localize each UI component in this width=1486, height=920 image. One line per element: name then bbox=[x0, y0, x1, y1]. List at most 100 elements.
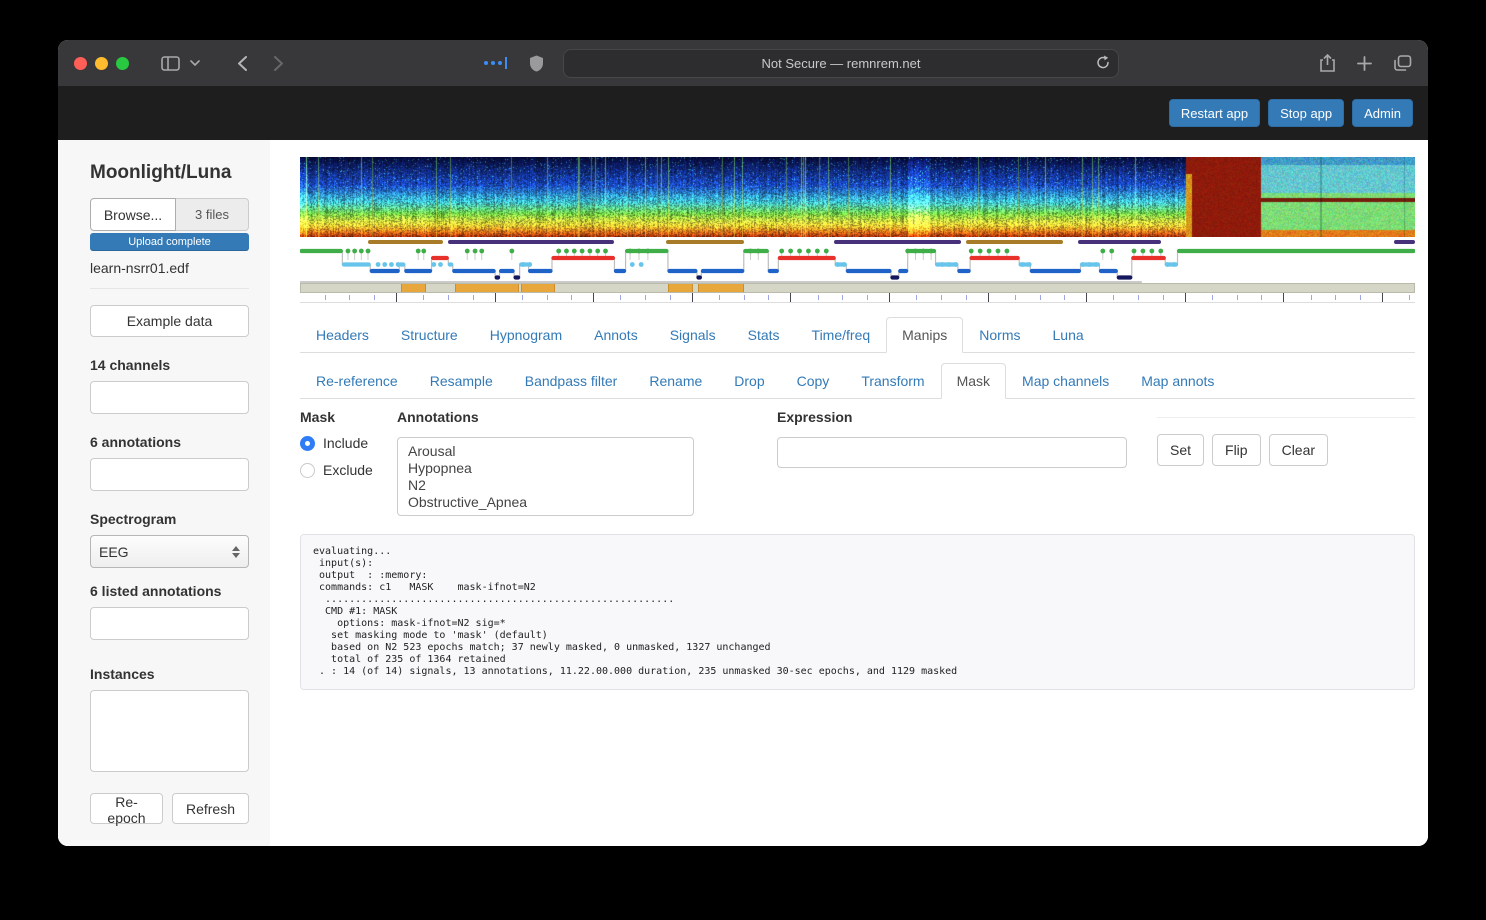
upload-progress-bar: Upload complete bbox=[90, 233, 249, 251]
set-button[interactable]: Set bbox=[1157, 434, 1205, 466]
re-epoch-button[interactable]: Re-epoch bbox=[90, 793, 163, 826]
spectrogram-select-value: EEG bbox=[99, 543, 129, 560]
subtab-map-annots[interactable]: Map annots bbox=[1125, 363, 1230, 399]
subtab-transform[interactable]: Transform bbox=[845, 363, 940, 399]
ruler-minor-tick bbox=[817, 295, 819, 300]
browse-button[interactable]: Browse... bbox=[90, 198, 176, 231]
tab-manips[interactable]: Manips bbox=[886, 317, 964, 353]
ruler-major-tick bbox=[1184, 293, 1186, 302]
ruler-minor-tick bbox=[743, 295, 745, 300]
exclude-radio[interactable]: Exclude bbox=[300, 462, 397, 478]
masked-epochs-segment[interactable] bbox=[668, 284, 693, 292]
ruler-minor-tick bbox=[1212, 295, 1214, 300]
forward-button[interactable] bbox=[263, 49, 293, 77]
annotation-span-purple[interactable] bbox=[1078, 240, 1161, 244]
subtab-drop[interactable]: Drop bbox=[718, 363, 780, 399]
annotation-span-brown[interactable] bbox=[965, 240, 1063, 244]
channels-input[interactable] bbox=[90, 381, 249, 414]
annotations-listbox[interactable]: Arousal Hypopnea N2 Obstructive_Apnea bbox=[397, 437, 694, 516]
ruler-minor-tick bbox=[1039, 295, 1041, 300]
instances-textarea[interactable] bbox=[90, 690, 249, 772]
subtab-mask[interactable]: Mask bbox=[940, 363, 1007, 399]
reload-icon[interactable] bbox=[1096, 55, 1110, 70]
console-output-box: evaluating... input(s): output : :memory… bbox=[300, 534, 1415, 690]
back-button[interactable] bbox=[227, 49, 257, 77]
tab-time-freq[interactable]: Time/freq bbox=[796, 317, 887, 353]
spectrogram-plot[interactable] bbox=[300, 157, 1415, 237]
ruler-major-tick bbox=[790, 293, 792, 302]
annotation-span-brown[interactable] bbox=[665, 240, 744, 244]
masked-epochs-segment[interactable] bbox=[454, 284, 520, 292]
annotations-input[interactable] bbox=[90, 458, 249, 491]
sidebar-toggle-icon[interactable] bbox=[155, 49, 185, 77]
ruler-major-tick bbox=[889, 293, 890, 302]
ruler-minor-tick bbox=[1014, 295, 1016, 300]
mask-epochs-band[interactable] bbox=[300, 283, 1415, 293]
window-controls[interactable] bbox=[74, 56, 129, 70]
ruler-minor-tick bbox=[423, 295, 425, 300]
exclude-radio-label: Exclude bbox=[323, 462, 373, 478]
tab-annots[interactable]: Annots bbox=[578, 317, 654, 353]
tab-overview-icon[interactable] bbox=[1394, 54, 1412, 72]
subtab-resample[interactable]: Resample bbox=[414, 363, 509, 399]
tab-luna[interactable]: Luna bbox=[1037, 317, 1100, 353]
actions-divider bbox=[1157, 417, 1415, 418]
tab-stats[interactable]: Stats bbox=[732, 317, 796, 353]
annotation-spans-track[interactable] bbox=[300, 239, 1415, 245]
annotation-span-purple[interactable] bbox=[834, 240, 962, 244]
subtab-rename[interactable]: Rename bbox=[633, 363, 718, 399]
tab-group-icon[interactable] bbox=[484, 57, 507, 69]
subtab-copy[interactable]: Copy bbox=[781, 363, 846, 399]
files-count-badge: 3 files bbox=[176, 198, 249, 231]
annotation-span-purple[interactable] bbox=[448, 240, 615, 244]
zoom-window-button[interactable] bbox=[116, 56, 129, 70]
tab-hypnogram[interactable]: Hypnogram bbox=[474, 317, 578, 353]
refresh-button[interactable]: Refresh bbox=[171, 793, 249, 824]
ruler-major-tick bbox=[691, 293, 693, 302]
tab-signals[interactable]: Signals bbox=[654, 317, 732, 353]
time-ruler[interactable] bbox=[300, 293, 1415, 303]
ruler-minor-tick bbox=[620, 295, 622, 300]
annotation-option[interactable]: Obstructive_Apnea bbox=[398, 494, 693, 511]
tab-headers[interactable]: Headers bbox=[300, 317, 385, 353]
clear-button[interactable]: Clear bbox=[1268, 434, 1329, 466]
subtab-re-reference[interactable]: Re-reference bbox=[300, 363, 414, 399]
address-bar[interactable]: Not Secure — remnrem.net bbox=[563, 48, 1119, 78]
annotation-option[interactable]: N2 bbox=[398, 477, 693, 494]
masked-epochs-segment[interactable] bbox=[698, 284, 744, 292]
tab-norms[interactable]: Norms bbox=[963, 317, 1036, 353]
browser-window: Not Secure — remnrem.net Restart app Stop… bbox=[58, 40, 1428, 846]
listed-annotations-input[interactable] bbox=[90, 607, 249, 640]
masked-epochs-segment[interactable] bbox=[401, 284, 426, 292]
exclude-radio-control[interactable] bbox=[300, 462, 315, 478]
ruler-minor-tick bbox=[1064, 295, 1066, 300]
subtab-bandpass-filter[interactable]: Bandpass filter bbox=[509, 363, 634, 399]
restart-app-button[interactable]: Restart app bbox=[1168, 99, 1261, 127]
stop-app-button[interactable]: Stop app bbox=[1268, 99, 1345, 127]
annotation-span-brown[interactable] bbox=[368, 240, 443, 244]
masked-epochs-segment[interactable] bbox=[521, 284, 555, 292]
new-tab-icon[interactable] bbox=[1357, 54, 1372, 72]
annotation-option[interactable]: Hypopnea bbox=[398, 460, 693, 477]
hypnogram-plot[interactable] bbox=[300, 245, 1415, 283]
expression-input[interactable] bbox=[777, 437, 1127, 468]
annotation-span-purple[interactable] bbox=[1393, 240, 1415, 244]
chevron-down-icon[interactable] bbox=[185, 49, 205, 77]
tab-structure[interactable]: Structure bbox=[385, 317, 474, 353]
include-radio[interactable]: Include bbox=[300, 435, 397, 451]
minimize-window-button[interactable] bbox=[95, 56, 108, 70]
flip-button[interactable]: Flip bbox=[1212, 434, 1261, 466]
overview-strip[interactable] bbox=[300, 157, 1415, 303]
privacy-shield-icon[interactable] bbox=[521, 49, 551, 77]
spectrogram-channel-select[interactable]: EEG bbox=[90, 535, 249, 568]
annotation-option[interactable]: Arousal bbox=[398, 443, 693, 460]
close-window-button[interactable] bbox=[74, 56, 87, 70]
mask-panel: Mask Include Exclude Annotations Arousal… bbox=[300, 409, 1415, 516]
admin-button[interactable]: Admin bbox=[1352, 99, 1413, 127]
include-radio-control[interactable] bbox=[300, 435, 315, 451]
example-data-button[interactable]: Example data bbox=[90, 305, 249, 337]
ruler-minor-tick bbox=[1409, 295, 1411, 300]
subtab-map-channels[interactable]: Map channels bbox=[1006, 363, 1125, 399]
share-icon[interactable] bbox=[1320, 54, 1335, 72]
include-radio-label: Include bbox=[323, 435, 369, 451]
